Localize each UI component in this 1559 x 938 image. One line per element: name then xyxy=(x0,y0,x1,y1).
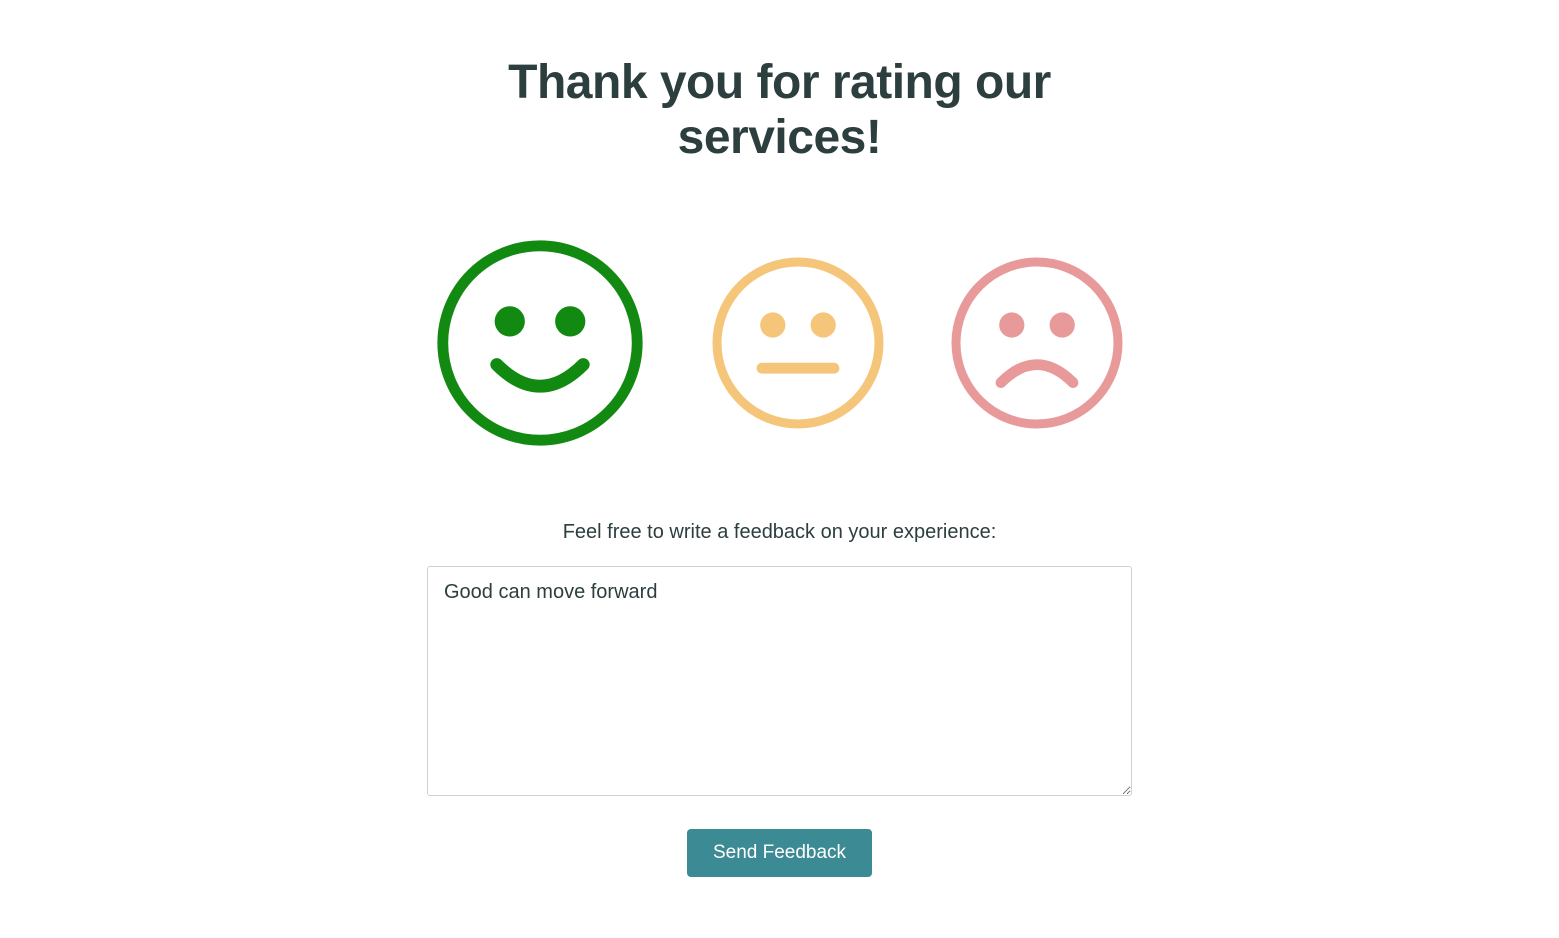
neutral-face-icon xyxy=(708,253,888,433)
sad-face-button[interactable] xyxy=(947,253,1127,433)
feedback-form: Thank you for rating our services! xyxy=(427,55,1132,877)
happy-face-icon xyxy=(432,235,648,451)
page-title: Thank you for rating our services! xyxy=(427,55,1132,165)
feedback-textarea[interactable] xyxy=(427,566,1132,796)
rating-faces-row xyxy=(427,235,1132,451)
send-feedback-button[interactable]: Send Feedback xyxy=(687,829,872,877)
happy-face-button[interactable] xyxy=(432,235,648,451)
sad-face-icon xyxy=(947,253,1127,433)
neutral-face-button[interactable] xyxy=(708,253,888,433)
feedback-prompt: Feel free to write a feedback on your ex… xyxy=(427,521,1132,544)
